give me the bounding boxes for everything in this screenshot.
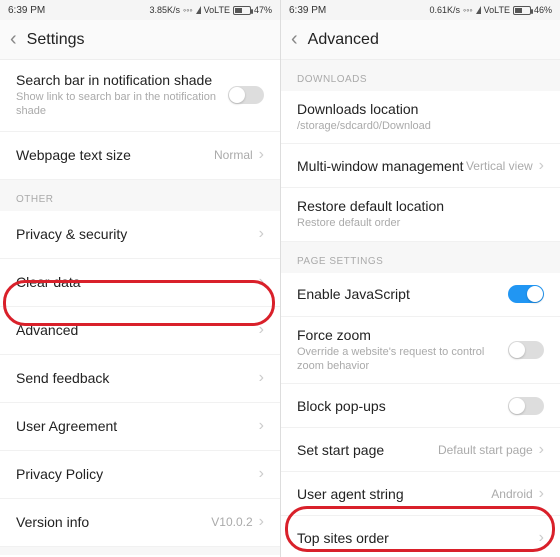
status-bar: 6:39 PM 3.85K/s ◦◦◦ VoLTE 47% [0,0,280,20]
wifi-icon: ◦◦◦ [463,5,473,15]
signal-icon [476,6,481,14]
row-force-zoom[interactable]: Force zoom Override a website's request … [281,317,560,385]
chevron-right-icon: › [259,273,264,291]
row-value: Vertical view [466,159,533,173]
row-multi-window[interactable]: Multi-window management Vertical view › [281,144,560,188]
chevron-right-icon: › [259,513,264,531]
row-title: Privacy Policy [16,466,259,482]
status-bar: 6:39 PM 0.61K/s ◦◦◦ VoLTE 46% [281,0,560,20]
row-title: User agent string [297,486,491,502]
toggle-block-popups[interactable] [508,397,544,415]
toggle-search-bar[interactable] [228,86,264,104]
battery-icon [233,6,251,15]
row-privacy-policy[interactable]: Privacy Policy › [0,451,280,499]
row-title: Top sites order [297,530,539,546]
chevron-right-icon: › [259,146,264,164]
status-battery: 46% [534,5,552,15]
page-title: Settings [27,31,85,49]
chevron-right-icon: › [259,369,264,387]
row-top-sites-order[interactable]: Top sites order › [281,516,560,557]
section-page-settings: PAGE SETTINGS [281,242,560,273]
back-icon[interactable]: ‹ [10,28,17,51]
status-time: 6:39 PM [289,5,326,16]
row-version-info[interactable]: Version info V10.0.2 › [0,499,280,547]
status-volte: VoLTE [204,5,230,15]
row-title: Advanced [16,322,259,338]
battery-icon [513,6,531,15]
row-title: Multi-window management [297,158,466,174]
row-title: Set start page [297,442,438,458]
row-title: Version info [16,514,211,530]
toggle-force-zoom[interactable] [508,341,544,359]
chevron-right-icon: › [539,529,544,547]
chevron-right-icon: › [539,485,544,503]
row-sub: Show link to search bar in the notificat… [16,90,228,119]
chevron-right-icon: › [539,157,544,175]
chevron-right-icon: › [259,465,264,483]
row-advanced[interactable]: Advanced › [0,307,280,355]
row-block-popups[interactable]: Block pop-ups [281,384,560,428]
row-value: V10.0.2 [211,515,252,529]
row-title: Force zoom [297,327,508,343]
chevron-right-icon: › [259,225,264,243]
row-webpage-text-size[interactable]: Webpage text size Normal › [0,132,280,180]
row-title: Restore default location [297,198,544,214]
row-downloads-location[interactable]: Downloads location /storage/sdcard0/Down… [281,91,560,144]
row-title: Send feedback [16,370,259,386]
advanced-screen: 6:39 PM 0.61K/s ◦◦◦ VoLTE 46% ‹ Advanced… [280,0,560,557]
row-user-agreement[interactable]: User Agreement › [0,403,280,451]
chevron-right-icon: › [539,441,544,459]
row-send-feedback[interactable]: Send feedback › [0,355,280,403]
section-downloads: DOWNLOADS [281,60,560,91]
status-time: 6:39 PM [8,5,45,16]
row-sub: Override a website's request to control … [297,345,508,374]
wifi-icon: ◦◦◦ [183,5,193,15]
back-icon[interactable]: ‹ [291,28,298,51]
header: ‹ Advanced [281,20,560,60]
row-user-agent-string[interactable]: User agent string Android › [281,472,560,516]
status-speed: 0.61K/s [430,5,461,15]
row-value: Android [491,487,532,501]
chevron-right-icon: › [259,321,264,339]
section-other: OTHER [0,180,280,211]
settings-screen: 6:39 PM 3.85K/s ◦◦◦ VoLTE 47% ‹ Settings… [0,0,280,557]
row-restore-default-location[interactable]: Restore default location Restore default… [281,188,560,241]
row-value: Default start page [438,443,533,457]
signal-icon [196,6,201,14]
row-title: Privacy & security [16,226,259,242]
row-title: Enable JavaScript [297,286,508,302]
chevron-right-icon: › [259,417,264,435]
row-enable-javascript[interactable]: Enable JavaScript [281,273,560,317]
status-speed: 3.85K/s [150,5,181,15]
row-privacy-security[interactable]: Privacy & security › [0,211,280,259]
row-sub: Restore default order [297,216,544,230]
row-title: User Agreement [16,418,259,434]
row-title: Downloads location [297,101,544,117]
row-value: Normal [214,148,253,162]
page-title: Advanced [308,31,379,49]
header: ‹ Settings [0,20,280,60]
status-volte: VoLTE [484,5,510,15]
row-title: Block pop-ups [297,398,508,414]
toggle-javascript[interactable] [508,285,544,303]
row-title: Webpage text size [16,147,214,163]
row-title: Clear data [16,274,259,290]
status-battery: 47% [254,5,272,15]
row-clear-data[interactable]: Clear data › [0,259,280,307]
row-title: Search bar in notification shade [16,72,228,88]
row-sub: /storage/sdcard0/Download [297,119,544,133]
row-set-start-page[interactable]: Set start page Default start page › [281,428,560,472]
row-search-bar-shade[interactable]: Search bar in notification shade Show li… [0,60,280,132]
